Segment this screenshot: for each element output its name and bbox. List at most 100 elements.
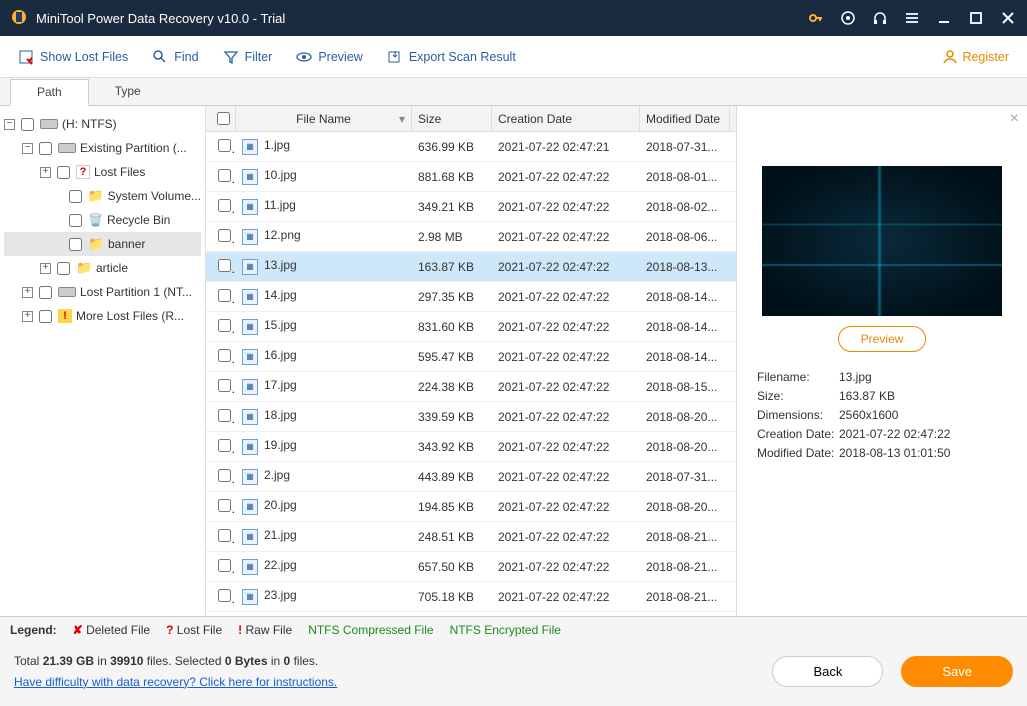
close-icon[interactable]	[999, 9, 1017, 27]
file-row[interactable]: ▦23.jpg705.18 KB2021-07-22 02:47:222018-…	[206, 582, 736, 612]
file-row[interactable]: ▦18.jpg339.59 KB2021-07-22 02:47:222018-…	[206, 402, 736, 432]
file-checkbox[interactable]	[218, 469, 231, 482]
file-row[interactable]: ▦21.jpg248.51 KB2021-07-22 02:47:222018-…	[206, 522, 736, 552]
menu-icon[interactable]	[903, 9, 921, 27]
file-list-header: File Name▾ Size Creation Date Modified D…	[206, 106, 736, 132]
back-button[interactable]: Back	[772, 656, 883, 687]
file-row[interactable]: ▦2.jpg443.89 KB2021-07-22 02:47:222018-0…	[206, 462, 736, 492]
expand-icon[interactable]: +	[40, 167, 51, 178]
tree-checkbox[interactable]	[39, 286, 52, 299]
file-checkbox[interactable]	[218, 199, 231, 212]
content: − (H: NTFS) − Existing Partition (... + …	[0, 106, 1027, 616]
register-button[interactable]: Register	[942, 49, 1009, 65]
file-checkbox[interactable]	[218, 439, 231, 452]
tree-root[interactable]: − (H: NTFS)	[4, 112, 201, 136]
file-checkbox[interactable]	[218, 559, 231, 572]
file-mdate-cell: 2018-08-02...	[640, 200, 730, 214]
expand-icon[interactable]: +	[22, 311, 33, 322]
preview-button[interactable]: Preview	[296, 49, 362, 65]
maximize-icon[interactable]	[967, 9, 985, 27]
save-button[interactable]: Save	[901, 656, 1013, 687]
tree-more-lost[interactable]: + ! More Lost Files (R...	[4, 304, 201, 328]
file-name-cell: ▦21.jpg	[236, 528, 412, 545]
file-checkbox[interactable]	[218, 499, 231, 512]
tree-system-volume[interactable]: System Volume...	[4, 184, 201, 208]
file-row[interactable]: ▦1.jpg636.99 KB2021-07-22 02:47:212018-0…	[206, 132, 736, 162]
column-size[interactable]: Size	[412, 106, 492, 131]
tab-type[interactable]: Type	[89, 79, 167, 106]
image-file-icon: ▦	[242, 139, 258, 155]
file-row[interactable]: ▦15.jpg831.60 KB2021-07-22 02:47:222018-…	[206, 312, 736, 342]
close-preview-icon[interactable]: ×	[1010, 110, 1019, 128]
expand-icon[interactable]: −	[22, 143, 33, 154]
export-button[interactable]: Export Scan Result	[387, 49, 516, 65]
file-row[interactable]: ▦17.jpg224.38 KB2021-07-22 02:47:222018-…	[206, 372, 736, 402]
tree-checkbox[interactable]	[39, 142, 52, 155]
file-checkbox[interactable]	[218, 529, 231, 542]
preview-open-button[interactable]: Preview	[838, 326, 927, 352]
file-checkbox[interactable]	[218, 259, 231, 272]
file-size-cell: 248.51 KB	[412, 530, 492, 544]
tree-banner[interactable]: banner	[4, 232, 201, 256]
file-checkbox[interactable]	[218, 379, 231, 392]
tree-checkbox[interactable]	[69, 214, 82, 227]
file-checkbox[interactable]	[218, 409, 231, 422]
tree-checkbox[interactable]	[57, 166, 70, 179]
tree-checkbox[interactable]	[21, 118, 34, 131]
recycle-icon: 🗑️	[88, 213, 103, 227]
file-row[interactable]: ▦11.jpg349.21 KB2021-07-22 02:47:222018-…	[206, 192, 736, 222]
tab-path[interactable]: Path	[10, 79, 89, 106]
file-row[interactable]: ▦14.jpg297.35 KB2021-07-22 02:47:222018-…	[206, 282, 736, 312]
tree-recycle-bin[interactable]: 🗑️ Recycle Bin	[4, 208, 201, 232]
tree-checkbox[interactable]	[69, 238, 82, 251]
tree-label: Recycle Bin	[107, 213, 170, 227]
filter-button[interactable]: Filter	[223, 49, 273, 65]
file-checkbox[interactable]	[218, 169, 231, 182]
file-row[interactable]: ▦19.jpg343.92 KB2021-07-22 02:47:222018-…	[206, 432, 736, 462]
file-checkbox[interactable]	[218, 589, 231, 602]
folder-icon	[88, 236, 104, 252]
tree-root-label: (H: NTFS)	[62, 117, 117, 131]
tree-article[interactable]: + article	[4, 256, 201, 280]
key-icon[interactable]	[807, 9, 825, 27]
column-modified-date[interactable]: Modified Date	[640, 106, 730, 131]
tree-lost-partition[interactable]: + Lost Partition 1 (NT...	[4, 280, 201, 304]
file-cdate-cell: 2021-07-22 02:47:22	[492, 500, 640, 514]
file-name-cell: ▦2.jpg	[236, 468, 412, 485]
expand-icon[interactable]: +	[22, 287, 33, 298]
file-cdate-cell: 2021-07-22 02:47:22	[492, 200, 640, 214]
file-row[interactable]: ▦13.jpg163.87 KB2021-07-22 02:47:222018-…	[206, 252, 736, 282]
file-row[interactable]: ▦20.jpg194.85 KB2021-07-22 02:47:222018-…	[206, 492, 736, 522]
pv-dim-value: 2560x1600	[839, 408, 898, 422]
help-link[interactable]: Have difficulty with data recovery? Clic…	[14, 675, 337, 689]
column-creation-date[interactable]: Creation Date	[492, 106, 640, 131]
file-row[interactable]: ▦22.jpg657.50 KB2021-07-22 02:47:222018-…	[206, 552, 736, 582]
column-name[interactable]: File Name▾	[236, 106, 412, 131]
file-checkbox[interactable]	[218, 349, 231, 362]
file-checkbox[interactable]	[218, 319, 231, 332]
expand-icon[interactable]: +	[40, 263, 51, 274]
tree-checkbox[interactable]	[57, 262, 70, 275]
tree-existing-partition[interactable]: − Existing Partition (...	[4, 136, 201, 160]
find-button[interactable]: Find	[152, 49, 198, 65]
file-checkbox[interactable]	[218, 289, 231, 302]
file-list-body[interactable]: ▦1.jpg636.99 KB2021-07-22 02:47:212018-0…	[206, 132, 736, 616]
select-all-checkbox[interactable]	[217, 112, 230, 125]
expand-icon[interactable]: −	[4, 119, 15, 130]
tree-lost-files[interactable]: + ? Lost Files	[4, 160, 201, 184]
tabs: Path Type	[0, 78, 1027, 106]
headphones-icon[interactable]	[871, 9, 889, 27]
file-row[interactable]: ▦12.png2.98 MB2021-07-22 02:47:222018-08…	[206, 222, 736, 252]
file-mdate-cell: 2018-08-14...	[640, 290, 730, 304]
disc-icon[interactable]	[839, 9, 857, 27]
tree-checkbox[interactable]	[69, 190, 82, 203]
file-row[interactable]: ▦10.jpg881.68 KB2021-07-22 02:47:222018-…	[206, 162, 736, 192]
file-row[interactable]: ▦16.jpg595.47 KB2021-07-22 02:47:222018-…	[206, 342, 736, 372]
show-lost-files-button[interactable]: Show Lost Files	[18, 49, 128, 65]
folder-tree[interactable]: − (H: NTFS) − Existing Partition (... + …	[0, 106, 206, 616]
tree-checkbox[interactable]	[39, 310, 52, 323]
file-checkbox[interactable]	[218, 139, 231, 152]
file-checkbox[interactable]	[218, 229, 231, 242]
minimize-icon[interactable]	[935, 9, 953, 27]
file-name-cell: ▦17.jpg	[236, 378, 412, 395]
